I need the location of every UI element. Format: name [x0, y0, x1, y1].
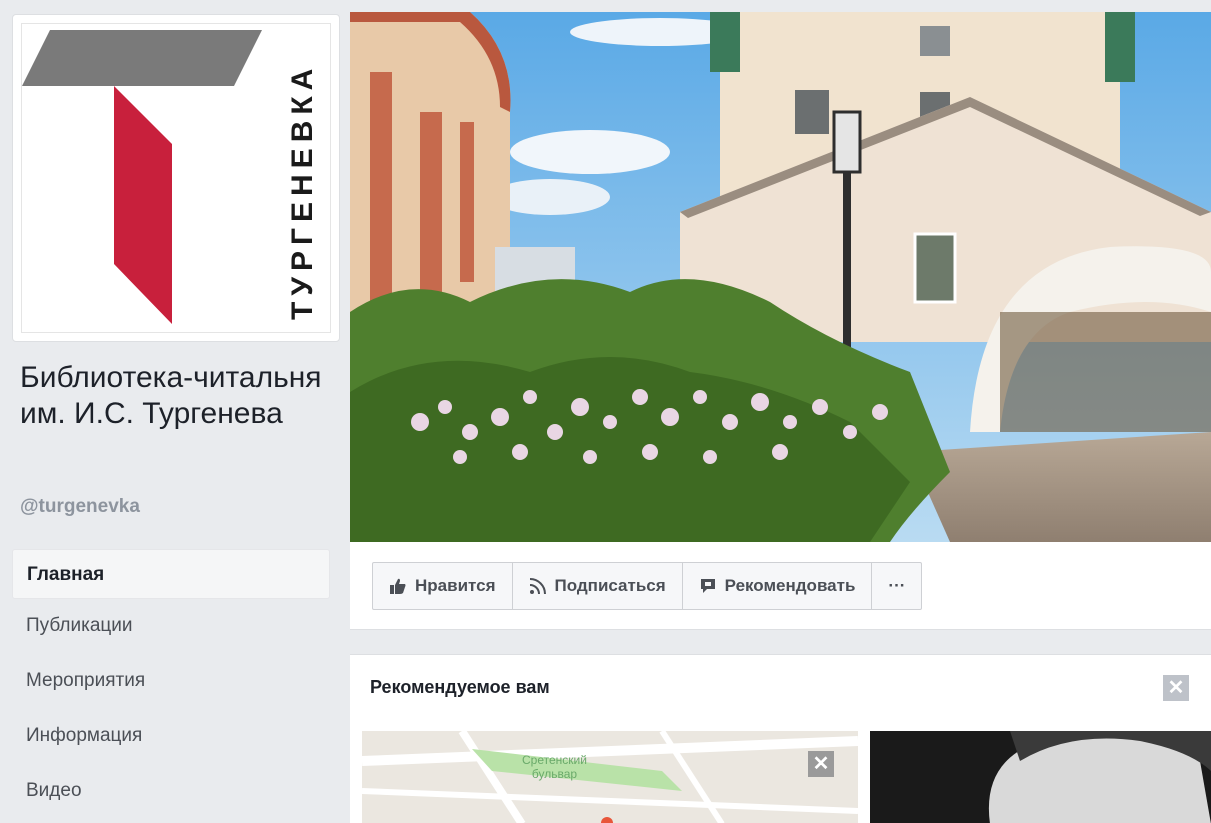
nav-item-posts[interactable]: Публикации [12, 599, 330, 654]
page-nav: Главная Публикации Мероприятия Информаци… [12, 549, 330, 819]
profile-picture[interactable]: ТУРГЕНЕВКА [12, 14, 340, 342]
thumbs-up-icon [390, 578, 406, 594]
map-label-line1: Сретенский [522, 753, 587, 767]
recommended-card: Рекомендуемое вам ✕ Сретенский бульвар ✕ [350, 654, 1211, 823]
nav-item-videos[interactable]: Видео [12, 764, 330, 819]
left-column: ТУРГЕНЕВКА Библиотека-читальня им. И.С. … [0, 0, 350, 823]
logo-text: ТУРГЕНЕВКА [286, 63, 319, 320]
nav-item-home[interactable]: Главная [12, 549, 330, 599]
follow-button[interactable]: Подписаться [513, 563, 683, 609]
recommend-button[interactable]: Рекомендовать [683, 563, 873, 609]
portrait-thumbnail[interactable] [870, 731, 1211, 823]
like-label: Нравится [415, 576, 496, 595]
nav-item-events[interactable]: Мероприятия [12, 654, 330, 709]
more-icon: ··· [888, 576, 906, 595]
logo: ТУРГЕНЕВКА [21, 23, 331, 333]
recommend-icon [700, 579, 715, 593]
cover-image [350, 12, 1211, 542]
map-image [362, 731, 858, 823]
nav-item-about[interactable]: Информация [12, 709, 330, 764]
rss-icon [529, 578, 546, 595]
page-actions: Нравится Подписаться Рекомендовать ··· [372, 562, 923, 610]
map-label: Сретенский бульвар [522, 753, 587, 781]
portrait-image [870, 731, 1211, 823]
action-bar: Нравится Подписаться Рекомендовать ··· [350, 542, 1211, 630]
page-handle[interactable]: @turgenevka [20, 496, 140, 518]
more-button[interactable]: ··· [872, 563, 921, 609]
map-close-icon[interactable]: ✕ [808, 751, 834, 777]
page-name[interactable]: Библиотека-читальня им. И.С. Тургенева [20, 360, 340, 432]
recommend-label: Рекомендовать [724, 576, 856, 595]
close-icon[interactable]: ✕ [1163, 675, 1189, 701]
map-thumbnail[interactable]: Сретенский бульвар ✕ [362, 731, 858, 823]
recommended-title: Рекомендуемое вам [370, 677, 550, 697]
follow-label: Подписаться [554, 576, 666, 595]
map-label-line2: бульвар [531, 767, 578, 781]
cover-photo[interactable] [350, 12, 1211, 542]
logo-graphic: ТУРГЕНЕВКА [22, 30, 319, 324]
like-button[interactable]: Нравится [373, 563, 513, 609]
